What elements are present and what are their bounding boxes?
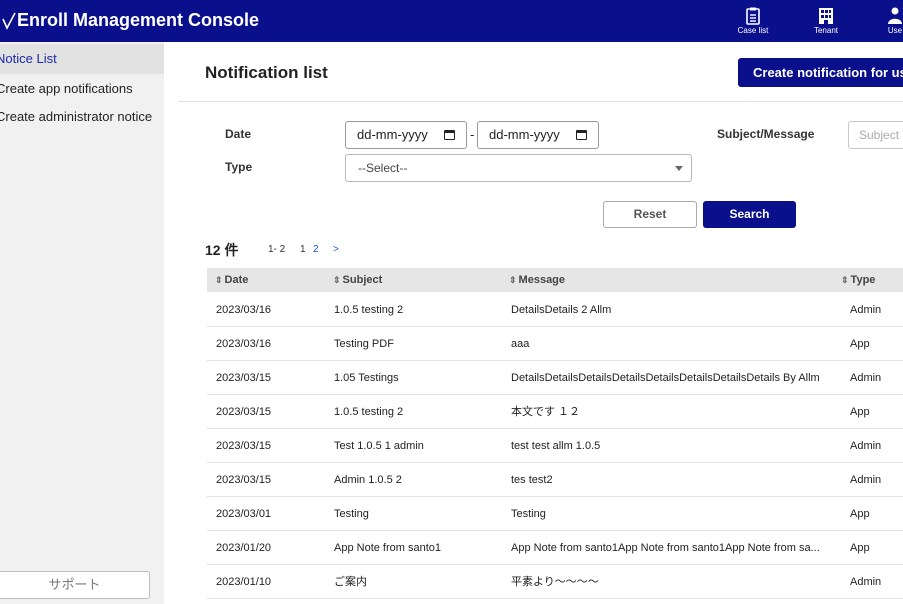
cell-message: DetailsDetails 2 Allm [511,304,612,316]
cell-type: Admin [850,474,882,486]
top-bar: Enroll Management Console Case list Tena… [0,0,903,42]
search-button[interactable]: Search [703,201,796,228]
app-title: Enroll Management Console [17,10,260,30]
nav-case-list[interactable]: Case list [733,4,773,38]
calendar-icon[interactable] [576,130,587,140]
sort-icon: ⇕ [509,275,517,285]
cell-type: Admin [850,304,882,316]
table-header: ⇕ Date ⇕ Subject ⇕ Message ⇕ Type [207,268,903,292]
subject-message-input[interactable]: Subject [848,121,903,149]
clipboard-icon [746,7,760,25]
cell-message: test test allm 1.0.5 [511,440,601,452]
cell-subject: Testing [334,508,369,520]
sidebar-item-label: Create administrator notice [0,109,153,124]
cell-type: Admin [850,372,882,384]
table-row[interactable]: 2023/03/16 Testing PDF aaa App [207,327,903,361]
cell-subject: 1.0.5 testing 2 [334,304,404,316]
reset-button[interactable]: Reset [603,201,697,228]
cell-message: 本文です １２ [511,406,581,418]
sidebar-item-create-app-notifications[interactable]: Create app notifications [0,74,164,104]
sort-icon: ⇕ [841,275,849,285]
cell-type: Admin [850,576,882,588]
cell-date: 2023/03/15 [216,474,272,486]
nav-tenant-label: Tenant [813,26,839,35]
column-header-date[interactable]: ⇕ Date [215,268,248,292]
table-row[interactable]: 2023/03/15 1.05 Testings DetailsDetailsDet… [207,361,903,395]
cell-type: Admin [850,440,882,452]
table-row[interactable]: 2023/03/15 Test 1.0.5 1 admin test test al… [207,429,903,463]
column-header-subject[interactable]: ⇕ Subject [333,268,382,292]
date-to-value: dd-mm-yyyy [489,127,560,142]
cell-message: App Note from santo1App Note from santo1… [511,542,820,554]
logo-check-icon [2,12,16,30]
date-from-value: dd-mm-yyyy [357,127,428,142]
type-select[interactable]: --Select-- [345,154,692,182]
cell-date: 2023/03/15 [216,440,272,452]
sort-icon: ⇕ [333,275,341,285]
sidebar-item-create-administrator-notice[interactable]: Create administrator notice [0,102,164,132]
sidebar: Notice List Create app notifications Cre… [0,42,164,604]
result-count: 12 件 [205,242,239,258]
cell-message: 平素より〜〜〜〜 [511,576,599,588]
user-icon [888,7,902,24]
date-range-separator: - [470,127,475,142]
cell-subject: Admin 1.0.5 2 [334,474,402,486]
sort-icon: ⇕ [215,275,223,285]
table-row[interactable]: 2023/01/20 App Note from santo1 App Note f… [207,531,903,565]
divider [178,101,903,102]
cell-type: App [850,338,870,350]
cell-subject: Test 1.0.5 1 admin [334,440,424,452]
cell-subject: Testing PDF [334,338,394,350]
page-2-link[interactable]: 2 [313,244,319,255]
page-title: Notification list [205,63,328,82]
cell-type: App [850,406,870,418]
table-row[interactable]: 2023/03/15 1.0.5 testing 2 本文です １２ App [207,395,903,429]
chevron-down-icon [675,166,683,171]
cell-subject: 1.0.5 testing 2 [334,406,404,418]
nav-user-label: Use [887,26,903,35]
subject-message-label: Subject/Message [717,127,815,141]
calendar-icon[interactable] [444,130,455,140]
table-row[interactable]: 2023/03/16 1.0.5 testing 2 DetailsDetails … [207,293,903,327]
cell-date: 2023/01/10 [216,576,272,588]
cell-subject: ご案内 [334,576,367,588]
cell-message: aaa [511,338,530,350]
cell-message: DetailsDetailsDetailsDetailsDetailsDetai… [511,372,820,384]
date-to-input[interactable]: dd-mm-yyyy [477,121,599,149]
cell-subject: 1.05 Testings [334,372,399,384]
nav-tenant[interactable]: Tenant [806,4,846,38]
nav-case-list-label: Case list [737,26,769,35]
table-row[interactable]: 2023/01/10 ご案内 平素より〜〜〜〜 Admin [207,565,903,599]
nav-user[interactable]: Use [875,4,903,38]
date-label: Date [225,127,252,141]
column-header-message[interactable]: ⇕ Message [509,268,565,292]
next-page-link[interactable]: > [333,244,339,255]
building-icon [819,8,833,24]
sidebar-item-notice-list[interactable]: Notice List [0,44,164,74]
cell-type: App [850,542,870,554]
cell-date: 2023/03/15 [216,406,272,418]
result-range: 1- 2 [268,244,286,255]
cell-date: 2023/03/16 [216,338,272,350]
cell-date: 2023/03/16 [216,304,272,316]
support-button[interactable]: サポート [0,571,150,599]
type-select-value: --Select-- [358,161,408,175]
date-from-input[interactable]: dd-mm-yyyy [345,121,467,149]
page-1-link[interactable]: 1 [300,244,306,255]
create-notification-button[interactable]: Create notification for us [738,58,903,87]
table-row[interactable]: 2023/03/15 Admin 1.0.5 2 tes test2 Admin [207,463,903,497]
cell-date: 2023/03/01 [216,508,272,520]
sidebar-item-label: Notice List [0,51,57,66]
cell-subject: App Note from santo1 [334,542,442,554]
cell-message: tes test2 [511,474,553,486]
sidebar-item-label: Create app notifications [0,81,133,96]
cell-date: 2023/01/20 [216,542,272,554]
cell-message: Testing [511,508,546,520]
cell-date: 2023/03/15 [216,372,272,384]
table-row[interactable]: 2023/03/01 Testing Testing App [207,497,903,531]
type-label: Type [225,160,253,174]
cell-type: App [850,508,870,520]
column-header-type[interactable]: ⇕ Type [841,268,875,292]
